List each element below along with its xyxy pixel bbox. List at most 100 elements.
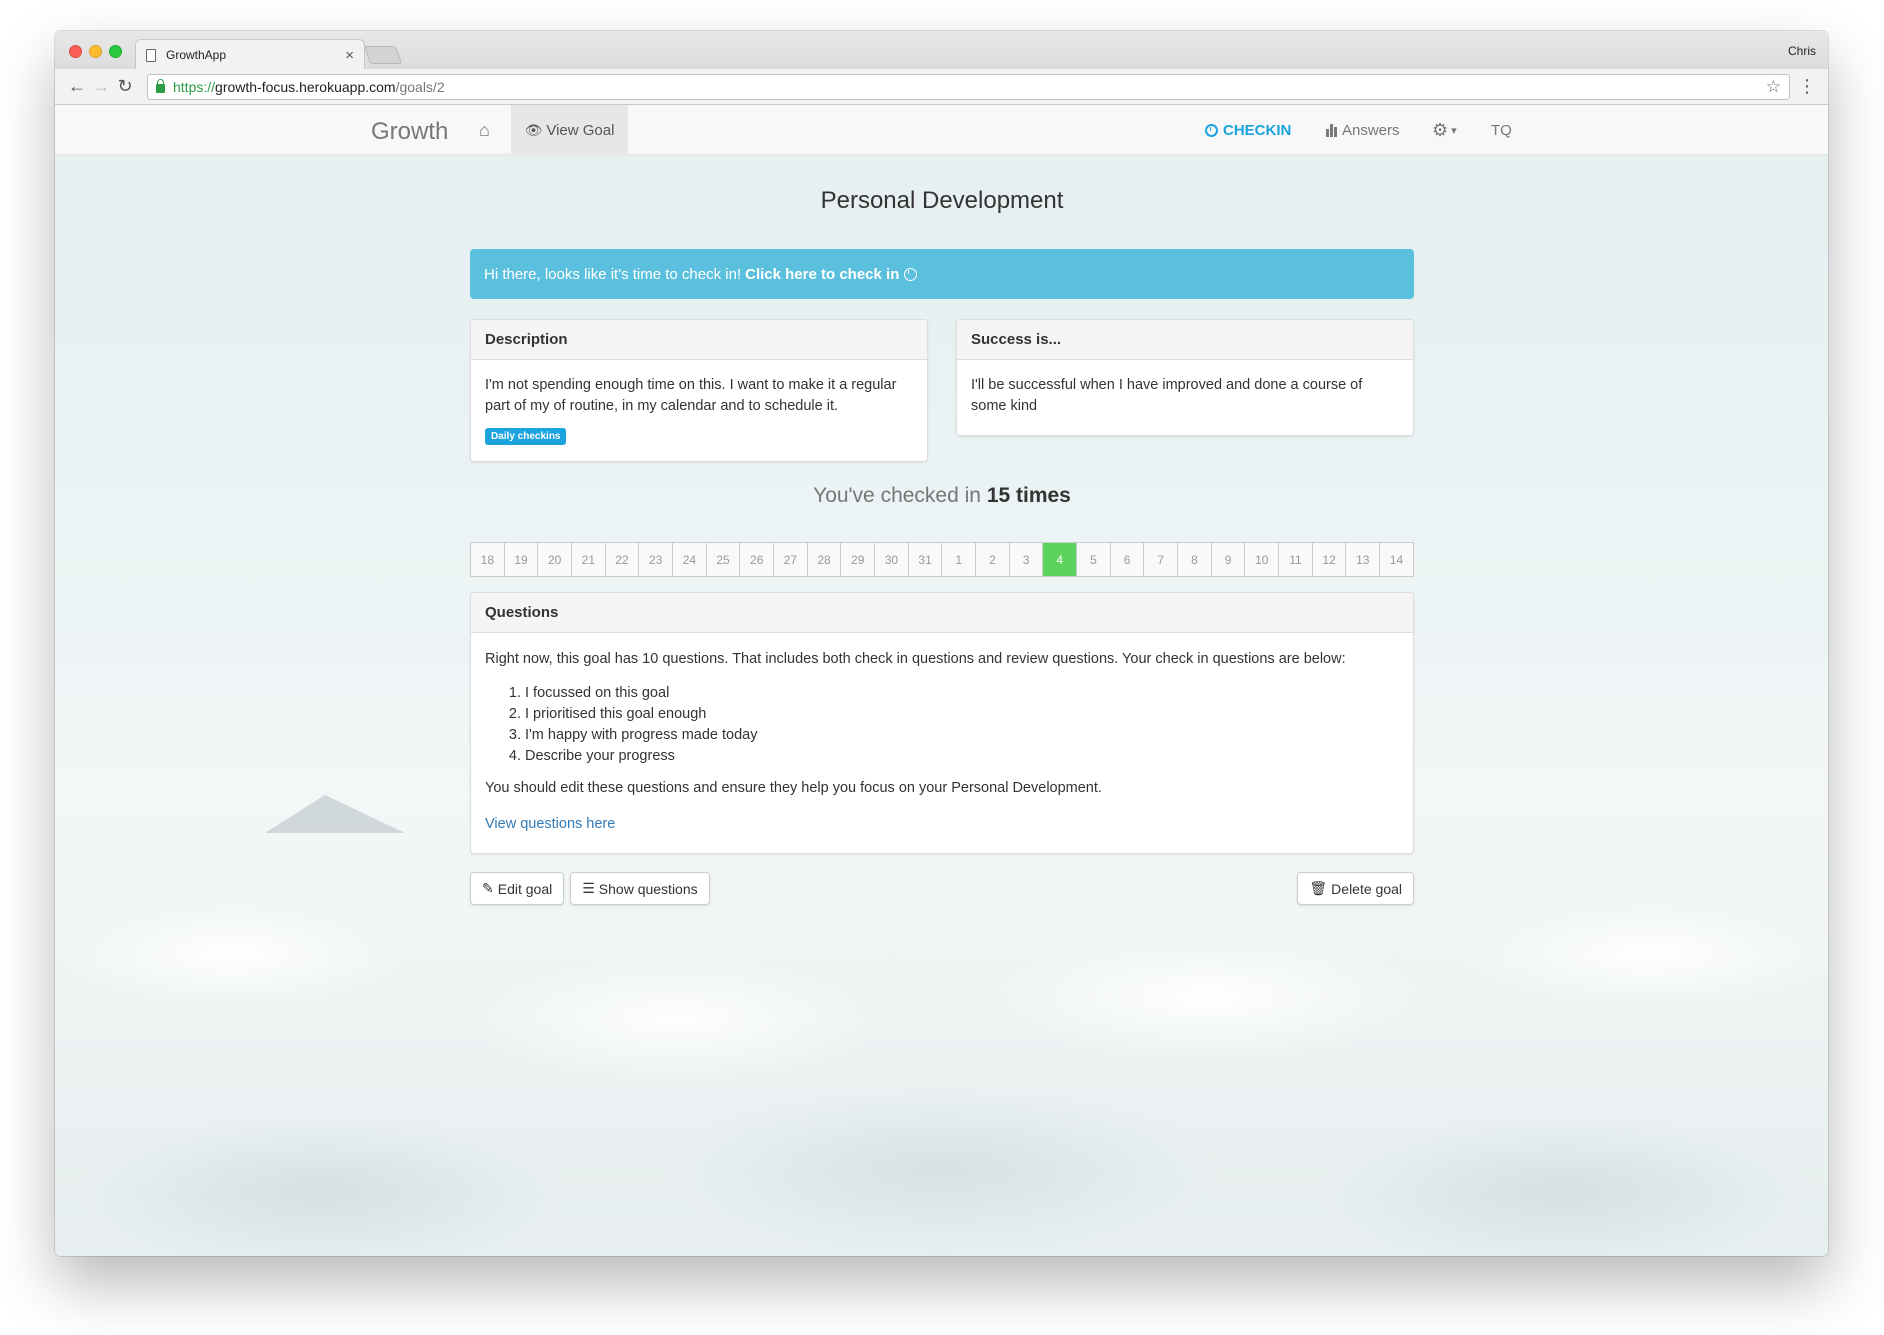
calendar-day[interactable]: 31	[909, 543, 943, 576]
list-item: I prioritised this goal enough	[525, 704, 1399, 725]
success-text: I'll be successful when I have improved …	[971, 377, 1363, 414]
checkin-count-value: 15 times	[986, 484, 1071, 507]
reload-icon[interactable]: ↻	[113, 76, 137, 97]
description-text: I'm not spending enough time on this. I …	[485, 377, 897, 414]
calendar-day[interactable]: 21	[572, 543, 606, 576]
clock-icon	[904, 267, 918, 281]
home-icon[interactable]: ⌂	[479, 120, 490, 141]
calendar-day[interactable]: 24	[673, 543, 707, 576]
page-viewport: Growth ⌂ 👁 View Goal CHECKIN Answers ⚙ ▾…	[55, 105, 1828, 1256]
lock-icon	[156, 78, 165, 93]
goal-panels: Description I'm not spending enough time…	[470, 319, 1414, 462]
tab-strip: GrowthApp × Chris	[55, 31, 1828, 70]
calendar-day[interactable]: 4	[1043, 543, 1078, 576]
calendar-day[interactable]: 1	[942, 543, 977, 576]
calendar-day[interactable]: 30	[875, 543, 909, 576]
page-title: Personal Development	[820, 187, 1064, 214]
calendar-day[interactable]: 23	[639, 543, 674, 576]
brand-logo[interactable]: Growth	[371, 118, 448, 146]
goal-actions: ✎ Edit goal ☰ Show questions 🗑 Delete go…	[470, 872, 1414, 908]
document-icon	[146, 48, 156, 62]
view-questions-link[interactable]: View questions here	[485, 814, 1399, 835]
tab-close-icon[interactable]: ×	[345, 47, 354, 64]
edit-icon: ✎	[482, 880, 494, 896]
calendar-day[interactable]: 9	[1212, 543, 1246, 576]
checkin-calendar: 18 19 20 21 22 23 24 25 26 27 28 29 30 31 1 2 3 4 5 6 7 8 9 10 1…	[470, 542, 1414, 577]
browser-menu-icon[interactable]: ⋮	[1798, 76, 1816, 97]
calendar-day[interactable]: 12	[1313, 543, 1347, 576]
profile-name[interactable]: Chris	[1788, 44, 1816, 58]
calendar-day[interactable]: 19	[505, 543, 539, 576]
calendar-day[interactable]: 22	[606, 543, 640, 576]
url-protocol: https://	[173, 79, 216, 95]
calendar-day[interactable]: 29	[841, 543, 876, 576]
bar-chart-icon	[1326, 123, 1337, 137]
browser-tab[interactable]: GrowthApp ×	[135, 39, 365, 70]
description-panel: Description I'm not spending enough time…	[470, 319, 928, 462]
checkin-alert: Hi there, looks like it's time to check …	[470, 249, 1414, 299]
calendar-day[interactable]: 5	[1077, 543, 1111, 576]
new-tab-button[interactable]	[363, 46, 403, 64]
calendar-day[interactable]: 18	[471, 543, 505, 576]
calendar-day[interactable]: 7	[1144, 543, 1179, 576]
nav-answers[interactable]: Answers	[1326, 105, 1400, 155]
nav-checkin[interactable]: CHECKIN	[1205, 105, 1291, 155]
tab-title: GrowthApp	[166, 48, 227, 62]
nav-checkin-label: CHECKIN	[1223, 121, 1292, 139]
minimize-window-button[interactable]	[89, 45, 102, 58]
browser-window: GrowthApp × Chris ← → ↻ https:// growth-…	[55, 31, 1828, 1256]
maximize-window-button[interactable]	[109, 45, 122, 58]
browser-toolbar: ← → ↻ https:// growth-focus.herokuapp.co…	[55, 69, 1828, 105]
alert-text: Hi there, looks like it's time to check …	[484, 265, 742, 283]
questions-note: You should edit these questions and ensu…	[485, 780, 1102, 796]
show-questions-label: Show questions	[598, 880, 698, 897]
edit-goal-button[interactable]: ✎ Edit goal	[470, 872, 565, 905]
list-item: Describe your progress	[525, 746, 1399, 767]
trash-icon: 🗑	[1309, 880, 1328, 896]
forward-arrow-icon[interactable]: →	[89, 76, 113, 97]
success-panel: Success is... I'll be successful when I …	[956, 319, 1414, 436]
edit-goal-label: Edit goal	[497, 880, 553, 897]
nav-user[interactable]: TQ	[1491, 105, 1512, 155]
back-arrow-icon[interactable]: ←	[65, 76, 89, 97]
calendar-day[interactable]: 6	[1111, 543, 1145, 576]
calendar-day[interactable]: 27	[774, 543, 808, 576]
questions-list: I focussed on this goal I prioritised th…	[525, 683, 1399, 767]
calendar-day[interactable]: 10	[1245, 543, 1280, 576]
delete-goal-button[interactable]: 🗑 Delete goal	[1297, 872, 1414, 905]
calendar-day[interactable]: 11	[1279, 543, 1313, 576]
gear-icon: ⚙	[1432, 119, 1449, 140]
url-path: /goals/2	[395, 79, 445, 95]
calendar-day[interactable]: 25	[707, 543, 741, 576]
calendar-day[interactable]: 13	[1346, 543, 1381, 576]
delete-goal-label: Delete goal	[1331, 880, 1402, 897]
app-navbar: Growth ⌂ 👁 View Goal CHECKIN Answers ⚙ ▾…	[55, 105, 1828, 155]
calendar-day[interactable]: 26	[740, 543, 775, 576]
settings-dropdown[interactable]: ⚙ ▾	[1432, 105, 1457, 155]
url-host: growth-focus.herokuapp.com	[215, 79, 396, 95]
address-bar[interactable]: https:// growth-focus.herokuapp.com /goa…	[147, 74, 1790, 100]
calendar-day[interactable]: 8	[1178, 543, 1212, 576]
list-item: I focussed on this goal	[525, 683, 1399, 704]
questions-panel: Questions Right now, this goal has 10 qu…	[470, 592, 1414, 854]
list-icon: ☰	[582, 880, 595, 896]
clock-icon	[1205, 123, 1218, 137]
calendar-day[interactable]: 20	[538, 543, 573, 576]
calendar-day[interactable]: 2	[976, 543, 1010, 576]
bookmark-star-icon[interactable]: ☆	[1766, 77, 1781, 97]
nav-view-goal-label: View Goal	[546, 121, 615, 139]
checkin-link[interactable]: Click here to check in	[745, 266, 899, 283]
questions-intro: Right now, this goal has 10 questions. T…	[485, 651, 1346, 667]
calendar-day[interactable]: 3	[1010, 543, 1044, 576]
description-heading: Description	[471, 320, 927, 360]
nav-answers-label: Answers	[1342, 121, 1400, 139]
nav-view-goal[interactable]: 👁 View Goal	[511, 105, 628, 155]
calendar-day[interactable]: 14	[1380, 543, 1413, 576]
caret-down-icon: ▾	[1451, 124, 1457, 137]
calendar-day[interactable]: 28	[808, 543, 842, 576]
frequency-badge: Daily checkins	[485, 428, 567, 445]
questions-heading: Questions	[471, 593, 1413, 633]
show-questions-button[interactable]: ☰ Show questions	[570, 872, 710, 905]
main-content: Personal Development Hi there, looks lik…	[470, 187, 1414, 908]
close-window-button[interactable]	[69, 45, 82, 58]
